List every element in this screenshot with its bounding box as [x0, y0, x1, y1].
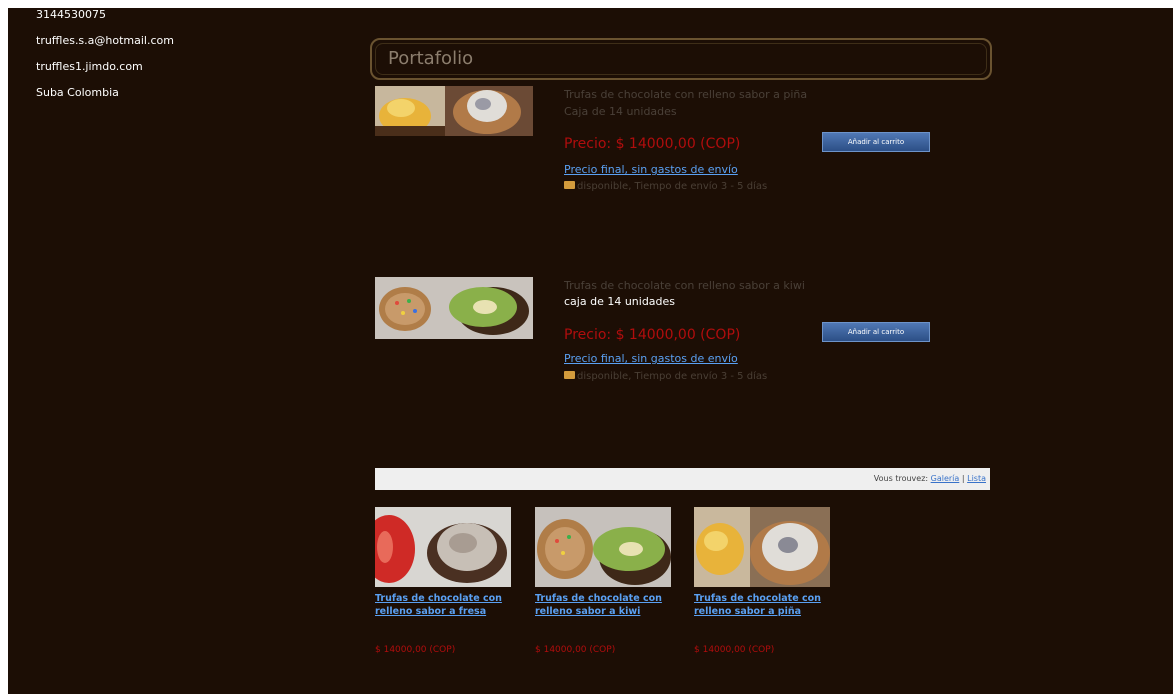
product-subtitle: Caja de 14 unidades: [564, 105, 677, 118]
product-title: Trufas de chocolate con relleno sabor a …: [564, 279, 805, 292]
final-price-link[interactable]: Precio final, sin gastos de envío: [564, 163, 738, 176]
view-switcher: Vous trouvez: Galería | Lista: [874, 474, 986, 483]
availability-info: disponible, Tiempo de envío 3 - 5 días: [564, 181, 767, 192]
product-price: Precio: $ 14000,00 (COP): [564, 327, 741, 343]
gallery-product-link[interactable]: Trufas de chocolate con relleno sabor a …: [375, 592, 515, 618]
delivery-truck-icon: [564, 181, 575, 189]
contact-email: truffles.s.a@hotmail.com: [36, 34, 174, 47]
product-item: Trufas de chocolate con relleno sabor a …: [375, 86, 995, 216]
section-title: Portafolio: [388, 48, 474, 69]
gallery-product-price: $ 14000,00 (COP): [535, 645, 616, 655]
availability-info: disponible, Tiempo de envío 3 - 5 días: [564, 371, 767, 382]
view-prefix: Vous trouvez:: [873, 474, 929, 483]
product-subtitle: caja de 14 unidades: [564, 295, 676, 308]
product-item: Trufas de chocolate con relleno sabor a …: [375, 277, 995, 407]
gallery-view-bar: Vous trouvez: Galería | Lista: [375, 468, 990, 490]
gallery-photo-pineapple[interactable]: [694, 507, 830, 587]
availability-text: disponible, Tiempo de envío 3 - 5 días: [577, 371, 768, 382]
website-address: truffles1.jimdo.com: [36, 60, 143, 73]
add-to-cart-button[interactable]: Añadir al carrito: [822, 132, 930, 152]
product-price: Precio: $ 14000,00 (COP): [564, 136, 741, 152]
product-photo-kiwi[interactable]: [375, 277, 533, 339]
gallery-photo-kiwi[interactable]: [535, 507, 671, 587]
gallery-photo-strawberry[interactable]: [375, 507, 511, 587]
gallery-product-price: $ 14000,00 (COP): [375, 645, 456, 655]
gallery-product-price: $ 14000,00 (COP): [694, 645, 775, 655]
gallery-product-link[interactable]: Trufas de chocolate con relleno sabor a …: [535, 592, 675, 618]
delivery-truck-icon: [564, 371, 575, 379]
list-view-link[interactable]: Lista: [967, 474, 986, 483]
add-to-cart-button[interactable]: Añadir al carrito: [822, 322, 930, 342]
final-price-link[interactable]: Precio final, sin gastos de envío: [564, 352, 738, 365]
availability-text: disponible, Tiempo de envío 3 - 5 días: [577, 181, 768, 192]
product-title: Trufas de chocolate con relleno sabor a …: [564, 88, 808, 101]
product-photo-pineapple[interactable]: [375, 86, 533, 136]
gallery-product-link[interactable]: Trufas de chocolate con relleno sabor a …: [694, 592, 834, 618]
gallery-view-link[interactable]: Galería: [931, 474, 960, 483]
view-separator: |: [961, 474, 965, 483]
section-title-box: Portafolio: [370, 38, 992, 80]
location: Suba Colombia: [36, 86, 119, 99]
phone-number: 3144530075: [36, 8, 106, 21]
